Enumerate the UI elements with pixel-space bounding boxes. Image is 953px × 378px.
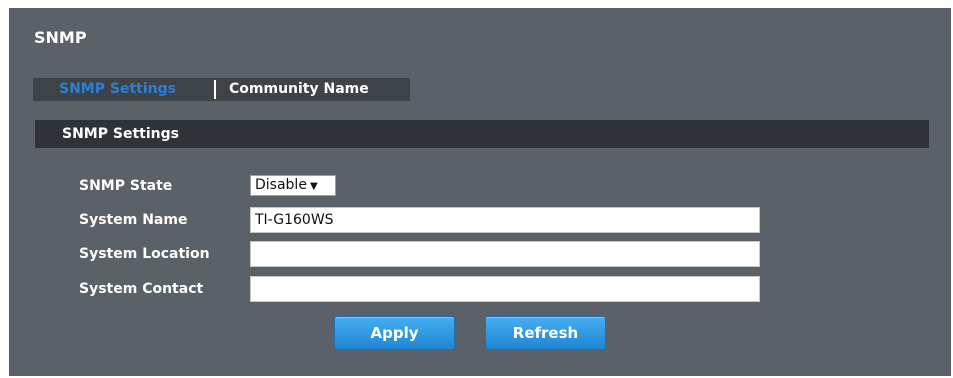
system-name-row: System Name (0, 207, 953, 233)
tab-community-name[interactable]: Community Name (216, 78, 379, 101)
system-contact-input[interactable] (250, 276, 760, 302)
system-location-input[interactable] (250, 241, 760, 267)
tab-snmp-settings[interactable]: SNMP Settings (33, 78, 214, 101)
system-contact-row: System Contact (0, 276, 953, 302)
section-header: SNMP Settings (35, 120, 929, 148)
system-location-row: System Location (0, 241, 953, 267)
system-name-input[interactable] (250, 207, 760, 233)
snmp-state-value: Disable (255, 177, 307, 193)
page-title: SNMP (34, 28, 87, 47)
system-name-label: System Name (79, 212, 188, 228)
snmp-state-select[interactable]: Disable ▼ (250, 175, 336, 196)
dropdown-arrow-icon: ▼ (309, 181, 318, 192)
system-location-label: System Location (79, 246, 210, 262)
refresh-button[interactable]: Refresh (485, 316, 606, 350)
snmp-state-row: SNMP State Disable ▼ (0, 173, 953, 199)
tab-bar: SNMP Settings Community Name (33, 78, 410, 101)
snmp-state-label: SNMP State (79, 178, 173, 194)
apply-button[interactable]: Apply (334, 316, 455, 350)
system-contact-label: System Contact (79, 281, 204, 297)
